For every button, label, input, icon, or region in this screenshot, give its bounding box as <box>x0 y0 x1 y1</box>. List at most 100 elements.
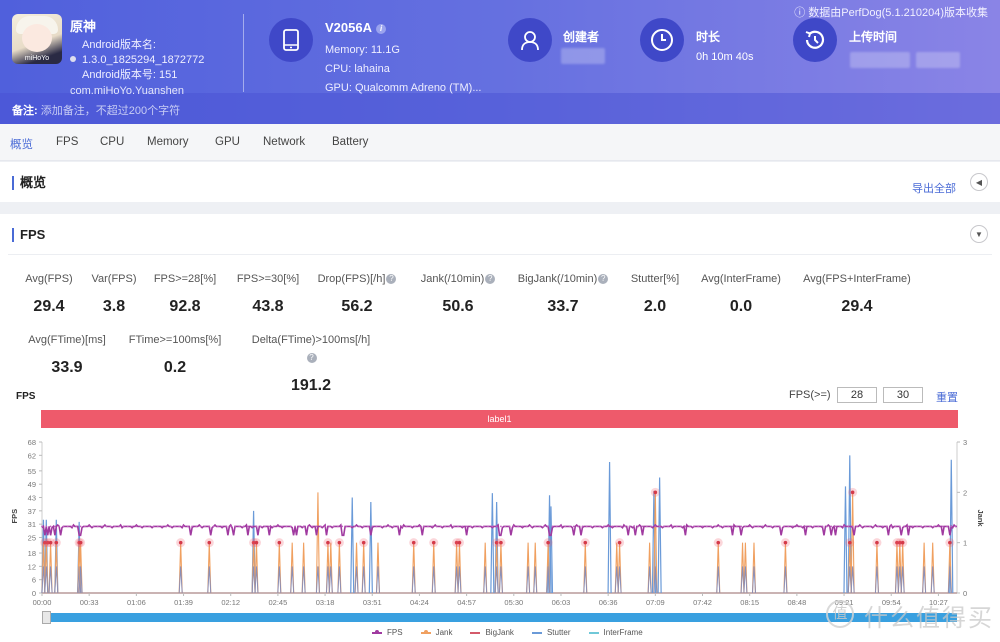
fps-point <box>757 525 760 528</box>
fps-point <box>191 525 194 528</box>
fps-point <box>928 525 931 528</box>
fps-point <box>830 525 833 528</box>
tab-overview[interactable]: 概览 <box>10 136 33 152</box>
x-tick-label: 05:30 <box>504 598 523 607</box>
fps-point <box>632 525 635 528</box>
fps-point <box>705 525 708 528</box>
fps-point <box>272 525 275 528</box>
fps-point <box>688 525 691 528</box>
fps-point <box>195 525 198 528</box>
slider-handle[interactable] <box>42 611 51 624</box>
remark-label: 备注: <box>12 105 38 117</box>
y-tick-label: 12 <box>28 562 36 571</box>
stutter-spike <box>350 497 355 594</box>
tab-fps[interactable]: FPS <box>56 136 78 148</box>
metric-value: 29.4 <box>841 298 873 315</box>
fps-point <box>79 525 82 528</box>
collapse-down-button[interactable]: ▼ <box>970 225 988 243</box>
fps-point <box>41 525 43 528</box>
metric-label: Jank(/10min) <box>420 273 485 285</box>
fps-point <box>255 525 258 528</box>
time-range-slider[interactable] <box>42 613 957 622</box>
bigjank-marker <box>847 540 852 545</box>
legend-swatch <box>420 629 431 634</box>
remark-placeholder[interactable]: 添加备注，不超过200个字符 <box>41 105 180 117</box>
y2-tick-label: 1 <box>963 539 967 548</box>
tab-cpu[interactable]: CPU <box>100 136 124 148</box>
legend-item-jank[interactable]: Jank <box>420 628 453 637</box>
legend-item-stutter[interactable]: Stutter <box>531 628 571 637</box>
bigjank-marker <box>54 540 59 545</box>
fps-point <box>92 525 95 528</box>
tab-gpu[interactable]: GPU <box>215 136 240 148</box>
fps-point <box>298 525 301 528</box>
fps-point <box>881 525 884 528</box>
watermark-badge: 值 <box>826 600 854 628</box>
x-tick-label: 06:36 <box>599 598 618 607</box>
legend-label: FPS <box>387 628 403 637</box>
collapse-left-button[interactable]: ◀ <box>970 173 988 191</box>
fps-point <box>581 525 584 528</box>
y-tick-label: 6 <box>32 576 36 585</box>
chart-legend: FPS Jank BigJank Stutter InterFrame <box>372 628 643 637</box>
legend-swatch <box>470 631 481 634</box>
fps-point <box>71 525 73 528</box>
tab-battery[interactable]: Battery <box>332 136 368 148</box>
info-icon[interactable]: i <box>376 24 387 34</box>
fps-threshold-low-input[interactable] <box>837 387 877 403</box>
legend-label: InterFrame <box>603 628 643 637</box>
fps-point <box>624 525 627 528</box>
bigjank-marker <box>617 540 622 545</box>
user-icon <box>508 18 552 62</box>
overview-title: 概览 <box>12 176 46 190</box>
fps-point <box>345 525 348 528</box>
x-tick-label: 07:42 <box>693 598 712 607</box>
fps-point <box>332 525 335 528</box>
fps-point <box>96 525 99 528</box>
bigjank-marker <box>948 540 952 545</box>
legend-label: Jank <box>435 628 453 637</box>
fps-point <box>238 525 241 528</box>
fps-threshold-high-input[interactable] <box>883 387 923 403</box>
fps-point <box>950 525 953 528</box>
tab-network[interactable]: Network <box>263 136 305 148</box>
tab-memory[interactable]: Memory <box>147 136 189 148</box>
help-icon[interactable]: ? <box>485 274 496 284</box>
bigjank-marker <box>78 540 83 545</box>
fps-point <box>547 525 550 528</box>
fps-point <box>367 525 369 528</box>
fps-point <box>684 525 687 528</box>
reset-button[interactable]: 重置 <box>936 389 958 405</box>
device-memory: Memory: 11.1G <box>325 44 400 56</box>
fps-chart[interactable]: 06121825313743495562680123FPS Jank00:00 00… <box>0 430 1000 610</box>
metric-label: Avg(FPS+InterFrame) <box>803 273 911 285</box>
fps-point <box>324 525 326 528</box>
legend-item-interframe[interactable]: InterFrame <box>588 628 643 637</box>
fps-point <box>500 525 502 528</box>
legend-item-bigjank[interactable]: BigJank <box>470 628 514 637</box>
fps-point <box>199 525 202 528</box>
fps-point <box>534 525 537 528</box>
remark-field[interactable]: 备注: 添加备注，不超过200个字符 <box>12 102 180 118</box>
device-specs: Memory: 11.1G CPU: lahaina GPU: Qualcomm… <box>325 41 481 98</box>
fps-point <box>628 525 631 528</box>
fps-point <box>83 525 86 528</box>
metric-label: Avg(InterFrame) <box>701 273 781 285</box>
label-bar[interactable]: label1 <box>41 410 958 428</box>
fps-point <box>851 525 854 528</box>
bigjank-marker <box>716 540 721 545</box>
fps-point <box>718 525 721 528</box>
fps-point <box>161 525 163 528</box>
y-tick-label: 31 <box>28 520 36 529</box>
legend-item-fps[interactable]: FPS <box>372 628 403 637</box>
metric-label: Delta(FTime)>100ms[/h] <box>251 334 371 346</box>
export-all-link[interactable]: 导出全部 <box>912 180 956 196</box>
bigjank-marker <box>783 540 788 545</box>
report-header: miHoYo 原神 Android版本名: 1.3.0_1825294_1872… <box>0 0 1000 124</box>
fps-point <box>843 525 845 528</box>
upload-title: 上传时间 <box>849 30 898 44</box>
help-icon[interactable]: ? <box>306 353 317 363</box>
help-icon[interactable]: ? <box>386 274 397 284</box>
fps-point <box>937 525 940 528</box>
fps-point <box>307 525 309 528</box>
